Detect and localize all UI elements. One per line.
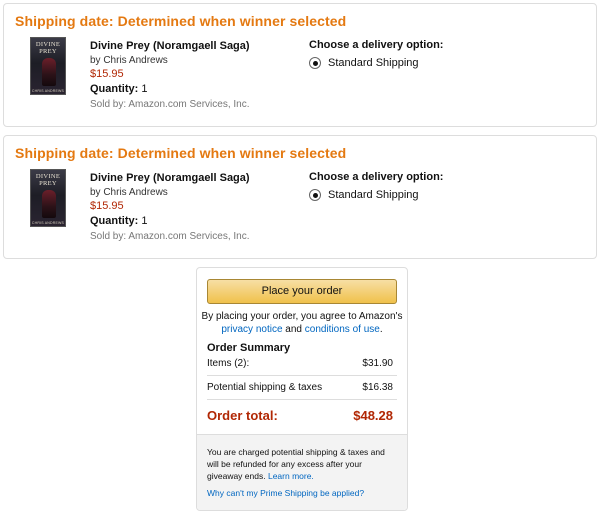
shipping-taxes-row: Potential shipping & taxes $16.38 bbox=[207, 382, 393, 393]
delivery-title: Choose a delivery option: bbox=[309, 39, 444, 51]
delivery-options: Choose a delivery option: Standard Shipp… bbox=[309, 171, 443, 201]
cover-title: DIVINE PREY bbox=[35, 41, 61, 55]
cover-author: CHRIS ANDREWS bbox=[31, 221, 65, 225]
items-label: Items (2): bbox=[207, 358, 250, 369]
delivery-option-label[interactable]: Standard Shipping bbox=[328, 57, 419, 69]
refund-note-panel: You are charged potential shipping & tax… bbox=[197, 434, 407, 510]
shipping-taxes-label: Potential shipping & taxes bbox=[207, 382, 323, 393]
order-total-value: $48.28 bbox=[353, 408, 393, 423]
book-cover-image[interactable]: DIVINE PREY CHRIS ANDREWS bbox=[30, 169, 66, 227]
delivery-title: Choose a delivery option: bbox=[309, 171, 444, 183]
order-summary-title: Order Summary bbox=[207, 342, 291, 354]
conditions-of-use-link[interactable]: conditions of use bbox=[305, 324, 380, 335]
item-quantity: Quantity: 1 bbox=[90, 83, 250, 96]
learn-more-link[interactable]: Learn more. bbox=[268, 471, 314, 481]
shipment-group-1: Shipping date: Determined when winner se… bbox=[3, 3, 597, 127]
standard-shipping-option[interactable]: Standard Shipping bbox=[309, 57, 443, 69]
cover-figure bbox=[42, 190, 56, 218]
order-summary-box: Place your order By placing your order, … bbox=[196, 267, 408, 511]
book-cover-image[interactable]: DIVINE PREY CHRIS ANDREWS bbox=[30, 37, 66, 95]
radio-selected-icon[interactable] bbox=[309, 189, 321, 201]
shipping-date-heading: Shipping date: Determined when winner se… bbox=[15, 13, 347, 29]
cover-figure bbox=[42, 58, 56, 86]
items-row: Items (2): $31.90 bbox=[207, 358, 393, 369]
item-info: Divine Prey (Noramgaell Saga) by Chris A… bbox=[90, 172, 250, 243]
cover-author: CHRIS ANDREWS bbox=[31, 89, 65, 93]
divider bbox=[207, 375, 397, 376]
item-seller: Sold by: Amazon.com Services, Inc. bbox=[90, 99, 250, 110]
agreement-text: By placing your order, you agree to Amaz… bbox=[201, 310, 403, 336]
quantity-value: 1 bbox=[141, 83, 148, 95]
shipping-date-heading: Shipping date: Determined when winner se… bbox=[15, 145, 347, 161]
divider bbox=[207, 399, 397, 400]
quantity-label: Quantity: bbox=[90, 83, 139, 95]
quantity-value: 1 bbox=[141, 215, 148, 227]
order-total-label: Order total: bbox=[207, 408, 278, 423]
quantity-label: Quantity: bbox=[90, 215, 139, 227]
privacy-notice-link[interactable]: privacy notice bbox=[221, 324, 282, 335]
place-order-button[interactable]: Place your order bbox=[207, 279, 397, 304]
agreement-suffix: . bbox=[379, 324, 383, 335]
item-seller: Sold by: Amazon.com Services, Inc. bbox=[90, 231, 250, 242]
shipping-taxes-value: $16.38 bbox=[362, 382, 393, 393]
cover-title: DIVINE PREY bbox=[35, 173, 61, 187]
item-price: $15.95 bbox=[90, 68, 124, 80]
item-author: by Chris Andrews bbox=[90, 55, 168, 66]
item-author: by Chris Andrews bbox=[90, 187, 168, 198]
item-title: Divine Prey (Noramgaell Saga) bbox=[90, 172, 250, 184]
items-value: $31.90 bbox=[362, 358, 393, 369]
standard-shipping-option[interactable]: Standard Shipping bbox=[309, 189, 443, 201]
prime-shipping-link[interactable]: Why can't my Prime Shipping be applied? bbox=[207, 487, 364, 499]
delivery-options: Choose a delivery option: Standard Shipp… bbox=[309, 39, 443, 69]
item-price: $15.95 bbox=[90, 200, 124, 212]
item-title: Divine Prey (Noramgaell Saga) bbox=[90, 40, 250, 52]
delivery-option-label[interactable]: Standard Shipping bbox=[328, 189, 419, 201]
shipment-group-2: Shipping date: Determined when winner se… bbox=[3, 135, 597, 259]
item-info: Divine Prey (Noramgaell Saga) by Chris A… bbox=[90, 40, 250, 111]
agreement-prefix: By placing your order, you agree to Amaz… bbox=[201, 311, 403, 322]
order-total-row: Order total: $48.28 bbox=[207, 408, 393, 423]
refund-note: You are charged potential shipping & tax… bbox=[207, 447, 385, 481]
item-quantity: Quantity: 1 bbox=[90, 215, 250, 228]
agreement-and: and bbox=[285, 324, 302, 335]
radio-selected-icon[interactable] bbox=[309, 57, 321, 69]
